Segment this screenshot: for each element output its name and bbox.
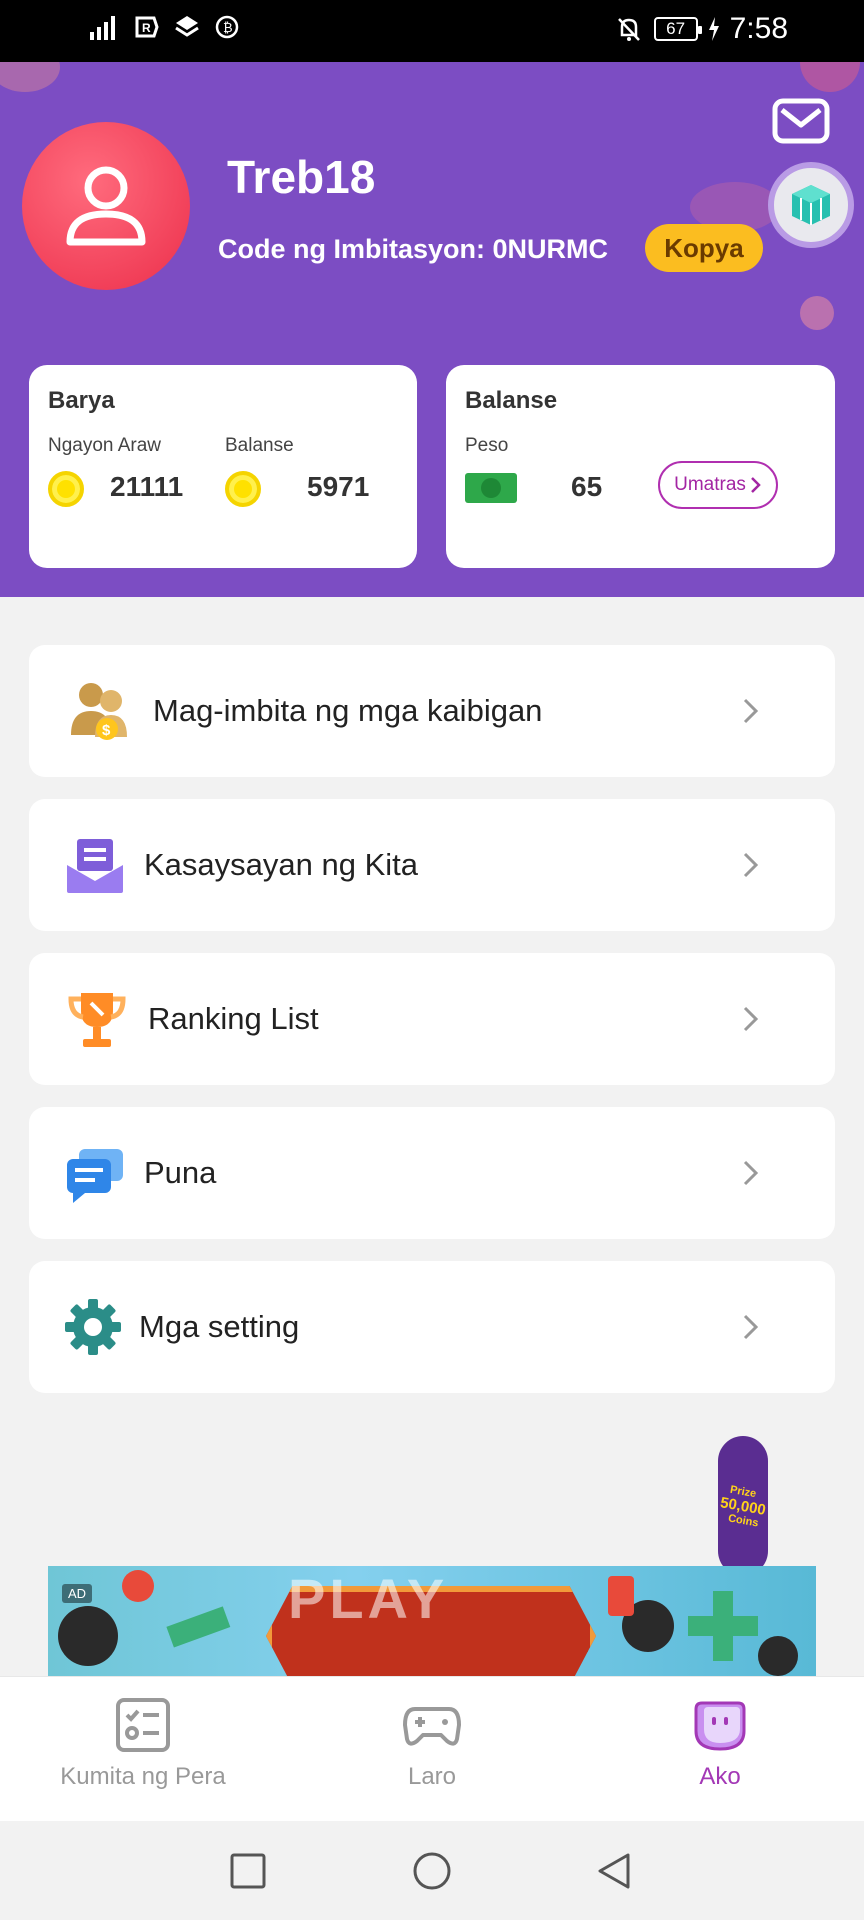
cube-button[interactable] — [768, 162, 854, 248]
floating-prize-promo[interactable]: Prize 50,000 Coins — [718, 1436, 768, 1576]
menu-item-feedback[interactable]: Puna — [29, 1107, 835, 1239]
withdraw-label: Umatras — [674, 474, 746, 495]
app-notification-icon: R — [135, 16, 159, 38]
decor-bubble — [800, 296, 834, 330]
nav-label: Ako — [699, 1763, 741, 1790]
bottom-nav: Kumita ng Pera Laro Ako — [0, 1676, 864, 1821]
chevron-right-icon — [743, 1314, 759, 1340]
decor-bubble — [0, 62, 60, 92]
coin-notification-icon: ₿ — [215, 15, 239, 39]
avatar[interactable] — [22, 122, 190, 290]
trophy-icon — [61, 983, 133, 1055]
chevron-right-icon — [743, 698, 759, 724]
menu-label: Mga setting — [139, 1309, 300, 1344]
today-label: Ngayon Araw — [48, 435, 162, 456]
charging-icon — [708, 17, 719, 41]
status-icons-left: R ₿ — [90, 14, 240, 40]
balance-card-title: Balanse — [465, 387, 558, 414]
username: Treb18 — [227, 151, 376, 203]
profile-face-icon — [694, 1701, 746, 1751]
clock: 7:58 — [729, 12, 788, 45]
chevron-right-icon — [743, 1006, 759, 1032]
withdraw-button[interactable]: Umatras — [658, 461, 778, 509]
decor-bubble — [800, 62, 860, 92]
menu-item-ranking-list[interactable]: Ranking List — [29, 953, 835, 1085]
coin-icon — [48, 471, 84, 507]
coins-card-title: Barya — [48, 387, 115, 414]
chevron-right-icon — [743, 1160, 759, 1186]
layers-icon — [175, 16, 199, 37]
svg-text:₿: ₿ — [223, 20, 233, 35]
svg-text:R: R — [142, 21, 151, 35]
status-icons-right: 67 7:58 — [614, 12, 788, 46]
mute-bell-icon — [617, 18, 640, 41]
ad-text: PLAY — [288, 1567, 449, 1630]
menu-item-invite-friends[interactable]: $ Mag-imbita ng mga kaibigan — [29, 645, 835, 777]
back-icon[interactable] — [594, 1851, 634, 1893]
task-list-icon — [116, 1698, 170, 1752]
invite-friends-icon: $ — [65, 675, 137, 747]
chevron-right-icon — [751, 477, 761, 493]
copy-invite-code-button[interactable]: Kopya — [645, 224, 763, 272]
user-icon — [66, 166, 146, 246]
nav-me[interactable]: Ako — [590, 1697, 850, 1791]
nav-label: Laro — [407, 1763, 457, 1790]
gamepad-icon — [403, 1707, 461, 1746]
invite-code: Code ng Imbitasyon: 0NURMC — [218, 234, 609, 264]
coin-balance-value: 5971 — [307, 471, 370, 502]
menu-label: Kasaysayan ng Kita — [144, 847, 419, 882]
recents-icon[interactable] — [228, 1851, 268, 1891]
ad-tag: AD — [62, 1584, 93, 1603]
menu-label: Ranking List — [148, 1001, 319, 1036]
status-bar: R ₿ 67 7:58 — [0, 0, 864, 62]
gear-icon — [57, 1291, 129, 1363]
home-icon[interactable] — [411, 1851, 453, 1893]
system-nav-bar — [0, 1821, 864, 1920]
menu-item-settings[interactable]: Mga setting — [29, 1261, 835, 1393]
menu-label: Puna — [144, 1155, 217, 1190]
profile-header: Treb18 Code ng Imbitasyon: 0NURMC Kopya … — [0, 62, 864, 597]
cash-icon — [465, 473, 517, 503]
peso-balance-value: 65 — [571, 471, 603, 502]
mail-icon[interactable] — [772, 98, 830, 144]
today-coins-value: 21111 — [110, 471, 184, 502]
nav-label: Kumita ng Pera — [60, 1763, 226, 1790]
menu-item-income-history[interactable]: Kasaysayan ng Kita — [29, 799, 835, 931]
battery-indicator: 67 — [653, 17, 702, 41]
cube-icon — [792, 185, 830, 225]
currency-label: Peso — [465, 435, 509, 456]
menu-label: Mag-imbita ng mga kaibigan — [153, 693, 543, 728]
chevron-right-icon — [743, 852, 759, 878]
nav-games[interactable]: Laro — [302, 1697, 562, 1791]
income-history-icon — [59, 829, 131, 901]
ad-banner[interactable]: PLAY AD — [48, 1566, 816, 1676]
coins-card: Barya Ngayon Araw Balanse 21111 5971 — [29, 365, 417, 568]
coin-balance-label: Balanse — [225, 435, 294, 456]
feedback-icon — [59, 1137, 131, 1209]
nav-earn-money[interactable]: Kumita ng Pera — [13, 1697, 273, 1791]
signal-icon — [90, 16, 115, 40]
svg-text:$: $ — [102, 722, 111, 739]
balance-card: Balanse Peso 65 Umatras — [446, 365, 835, 568]
coin-icon — [225, 471, 261, 507]
